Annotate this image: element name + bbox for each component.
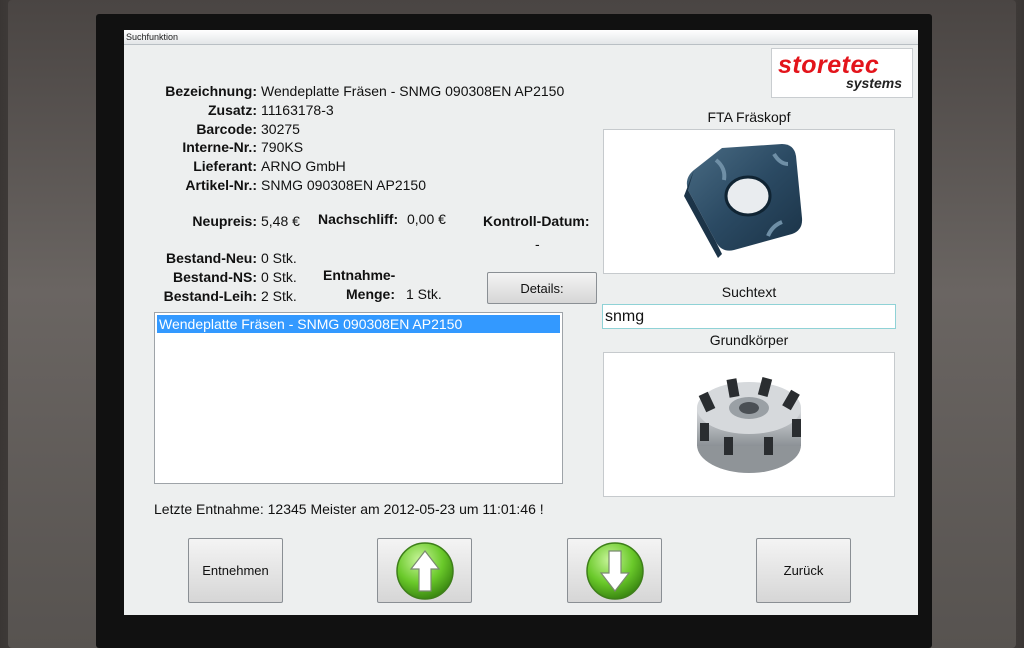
cutting-insert-icon — [684, 144, 803, 258]
insert-image — [603, 129, 895, 274]
bestand-neu-label: Bestand-Neu: — [165, 250, 257, 266]
bestand-neu-value: 0 Stk. — [261, 250, 297, 266]
nachschliff-label: Nachschliff: — [318, 211, 399, 227]
milling-cutter-icon — [697, 377, 801, 473]
field-label-barcode: Barcode: — [196, 121, 257, 137]
nachschliff-value: 0,00 € — [407, 211, 446, 227]
arrow-down-icon — [585, 541, 644, 600]
field-value-barcode: 30275 — [261, 121, 300, 137]
app-window: Suchfunktion storetec systems Bezeichnun… — [124, 30, 918, 615]
field-label-interne-nr: Interne-Nr.: — [182, 139, 257, 155]
kontroll-datum-label: Kontroll-Datum: — [483, 213, 590, 229]
last-withdrawal-info: Letzte Entnahme: 12345 Meister am 2012-0… — [154, 501, 544, 517]
bestand-ns-label: Bestand-NS: — [172, 269, 257, 285]
search-input[interactable]: snmg — [602, 304, 896, 329]
image2-title: Grundkörper — [709, 332, 789, 348]
neupreis-label: Neupreis: — [192, 213, 257, 229]
results-list[interactable]: Wendeplatte Fräsen - SNMG 090308EN AP215… — [154, 312, 563, 484]
search-label: Suchtext — [721, 284, 777, 300]
take-button[interactable]: Entnehmen — [188, 538, 283, 603]
field-value-bezeichnung: Wendeplatte Fräsen - SNMG 090308EN AP215… — [261, 83, 565, 99]
entnahme-label-line1: Entnahme- — [323, 267, 396, 283]
entnahme-label-line2: Menge: — [346, 286, 395, 302]
body-image — [603, 352, 895, 497]
field-value-zusatz: 11163178-3 — [261, 102, 334, 118]
bestand-ns-value: 0 Stk. — [261, 269, 297, 285]
bestand-leih-label: Bestand-Leih: — [163, 288, 257, 304]
storetec-logo: storetec systems — [771, 48, 913, 98]
scroll-up-button[interactable] — [377, 538, 472, 603]
scroll-down-button[interactable] — [567, 538, 662, 603]
field-value-interne-nr: 790KS — [261, 139, 304, 155]
list-item[interactable]: Wendeplatte Fräsen - SNMG 090308EN AP215… — [157, 315, 560, 333]
field-value-artikel-nr: SNMG 090308EN AP2150 — [261, 177, 426, 193]
back-button[interactable]: Zurück — [756, 538, 851, 603]
bestand-leih-value: 2 Stk. — [261, 288, 297, 304]
arrow-up-icon — [395, 541, 454, 600]
kontroll-datum-value: - — [535, 236, 540, 252]
field-label-zusatz: Zusatz: — [208, 102, 257, 118]
entnahme-value: 1 Stk. — [406, 286, 442, 302]
field-label-lieferant: Lieferant: — [193, 158, 257, 174]
field-value-lieferant: ARNO GmbH — [261, 158, 346, 174]
neupreis-value: 5,48 € — [261, 213, 300, 229]
field-label-bezeichnung: Bezeichnung: — [165, 83, 257, 99]
image1-title: FTA Fräskopf — [707, 109, 791, 125]
window-title: Suchfunktion — [124, 30, 918, 45]
logo-text-sub: systems — [845, 75, 902, 91]
details-button[interactable]: Details: — [487, 272, 597, 304]
field-label-artikel-nr: Artikel-Nr.: — [185, 177, 257, 193]
